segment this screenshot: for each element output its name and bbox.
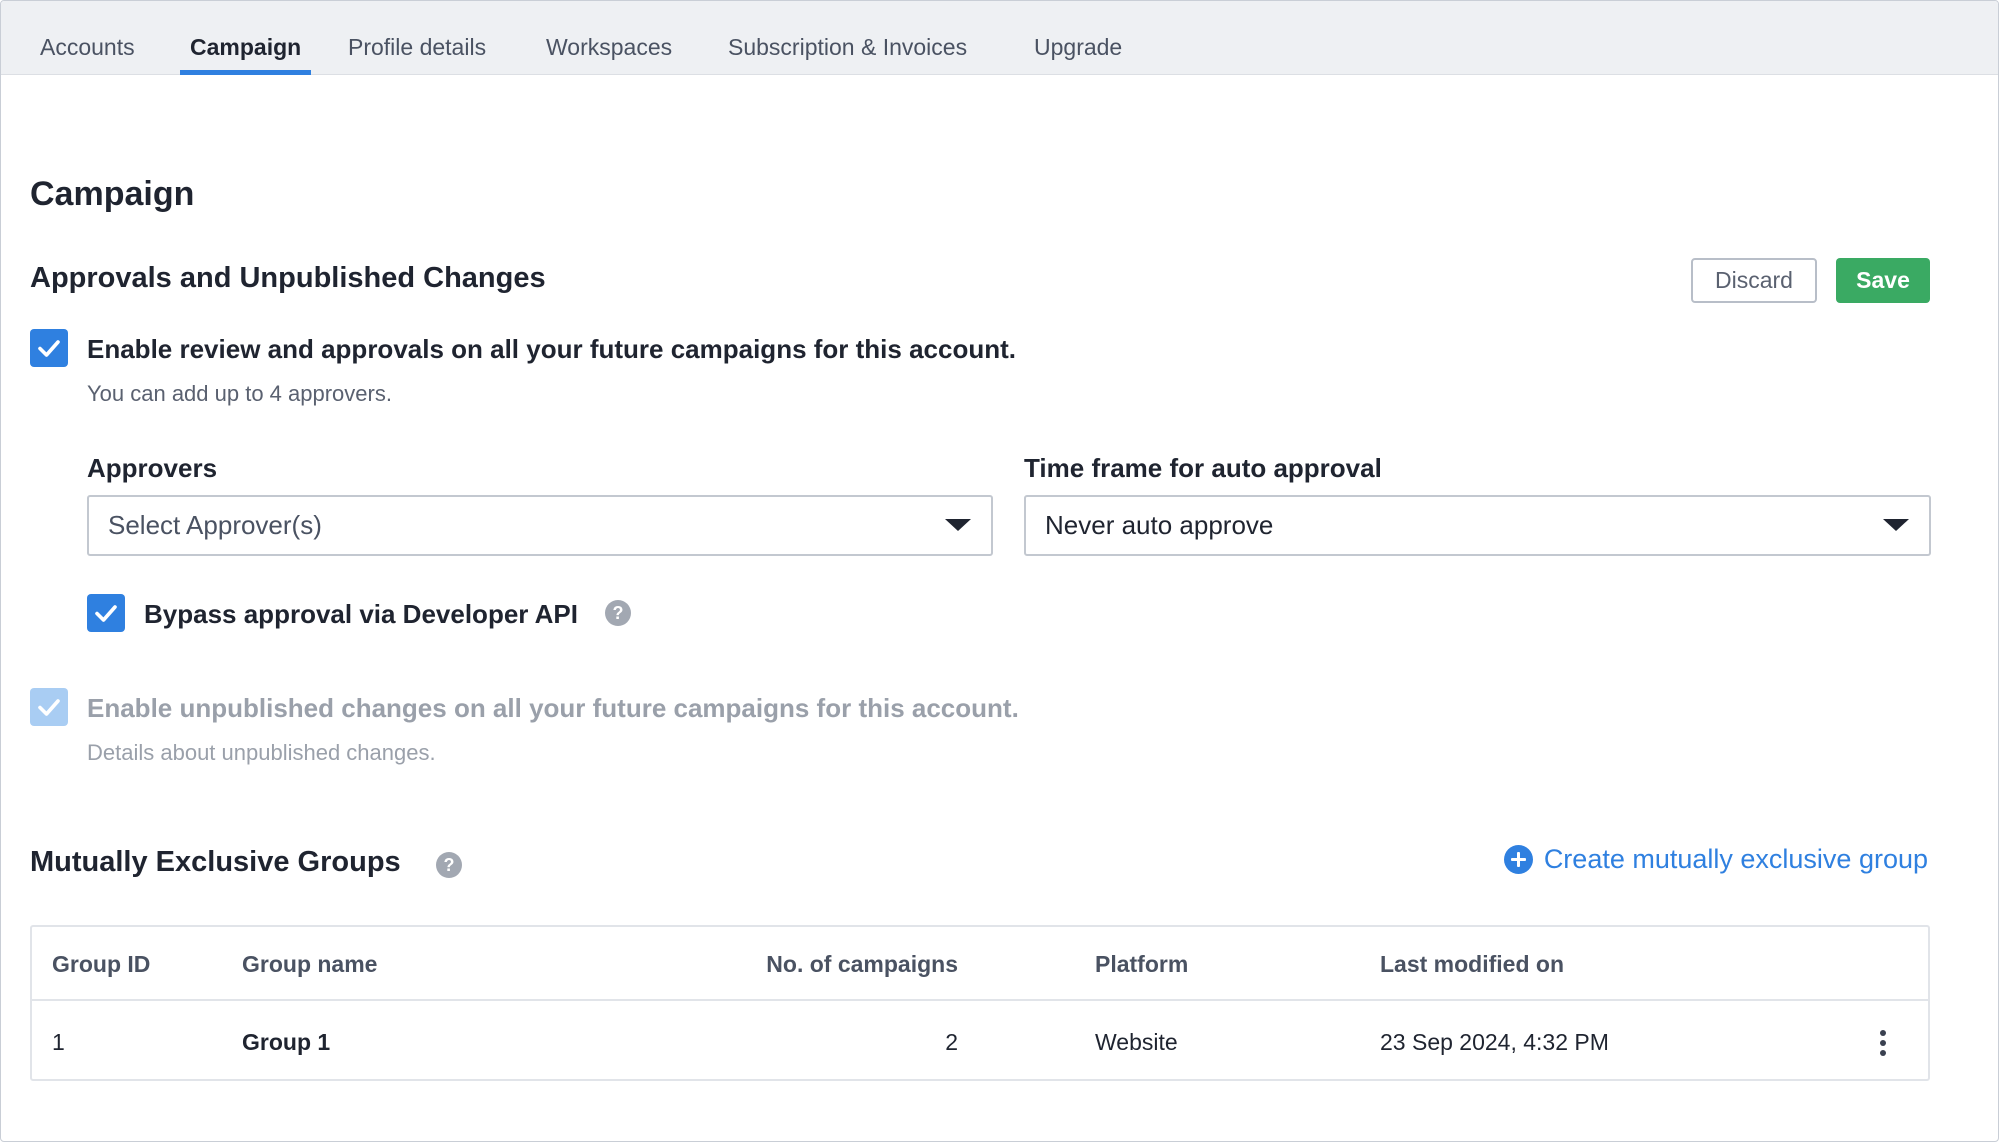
- settings-window: Accounts Campaign Profile details Worksp…: [0, 0, 1999, 1142]
- more-options-icon[interactable]: [1878, 1030, 1888, 1056]
- column-header-platform[interactable]: Platform: [1095, 927, 1188, 1001]
- tab-campaign[interactable]: Campaign: [179, 1, 312, 75]
- question-circle-icon[interactable]: ?: [436, 852, 462, 878]
- page-title: Campaign: [30, 175, 195, 213]
- approvers-label: Approvers: [87, 453, 218, 483]
- time-frame-select[interactable]: Never auto approve: [1024, 495, 1931, 556]
- groups-table: Group ID Group name No. of campaigns Pla…: [30, 925, 1930, 1081]
- tab-upgrade[interactable]: Upgrade: [1034, 1, 1122, 75]
- enable-review-hint: You can add up to 4 approvers.: [87, 381, 392, 406]
- tab-profile-details[interactable]: Profile details: [348, 1, 486, 75]
- cell-group-name[interactable]: Group 1: [242, 1003, 330, 1081]
- create-group-link[interactable]: Create mutually exclusive group: [1503, 844, 1928, 875]
- unpublished-changes-hint: Details about unpublished changes.: [87, 740, 436, 765]
- checkmark-icon: [95, 605, 117, 622]
- groups-section-title: Mutually Exclusive Groups: [30, 846, 401, 878]
- tab-bar: Accounts Campaign Profile details Worksp…: [1, 1, 1998, 75]
- cell-group-id: 1: [52, 1029, 65, 1055]
- cell-campaigns: 2: [945, 1029, 958, 1055]
- approvals-section-title: Approvals and Unpublished Changes: [30, 262, 546, 294]
- tab-subscription-invoices[interactable]: Subscription & Invoices: [728, 1, 967, 75]
- approvers-select[interactable]: Select Approver(s): [87, 495, 993, 556]
- question-circle-icon[interactable]: ?: [605, 600, 631, 626]
- checkmark-icon: [38, 340, 60, 357]
- column-header-group-name[interactable]: Group name: [242, 927, 377, 1001]
- unpublished-changes-checkbox: [30, 688, 68, 726]
- caret-down-icon: [945, 519, 971, 531]
- cell-last-modified: 23 Sep 2024, 4:32 PM: [1380, 1029, 1609, 1055]
- bypass-api-checkbox[interactable]: [87, 594, 125, 632]
- bypass-api-label: Bypass approval via Developer API: [144, 599, 579, 629]
- create-group-label: Create mutually exclusive group: [1543, 844, 1928, 874]
- checkmark-icon: [38, 699, 60, 716]
- discard-button[interactable]: Discard: [1691, 258, 1817, 303]
- approvers-placeholder: Select Approver(s): [108, 510, 322, 540]
- column-header-last-modified[interactable]: Last modified on: [1380, 927, 1564, 1001]
- enable-review-checkbox[interactable]: [30, 329, 68, 367]
- cell-platform: Website: [1095, 1029, 1178, 1055]
- table-row[interactable]: 1 Group 1 2 Website 23 Sep 2024, 4:32 PM: [32, 1003, 1928, 1081]
- table-header: Group ID Group name No. of campaigns Pla…: [32, 927, 1928, 1001]
- save-button[interactable]: Save: [1836, 258, 1930, 303]
- tab-workspaces[interactable]: Workspaces: [546, 1, 672, 75]
- enable-review-label: Enable review and approvals on all your …: [87, 334, 1016, 364]
- plus-circle-icon: [1503, 845, 1533, 874]
- time-frame-label: Time frame for auto approval: [1024, 453, 1382, 483]
- time-frame-value: Never auto approve: [1045, 510, 1274, 540]
- column-header-campaigns[interactable]: No. of campaigns: [766, 927, 958, 1001]
- unpublished-changes-label: Enable unpublished changes on all your f…: [87, 693, 1019, 723]
- column-header-group-id[interactable]: Group ID: [52, 927, 150, 1001]
- caret-down-icon: [1883, 519, 1909, 531]
- tab-accounts[interactable]: Accounts: [40, 1, 135, 75]
